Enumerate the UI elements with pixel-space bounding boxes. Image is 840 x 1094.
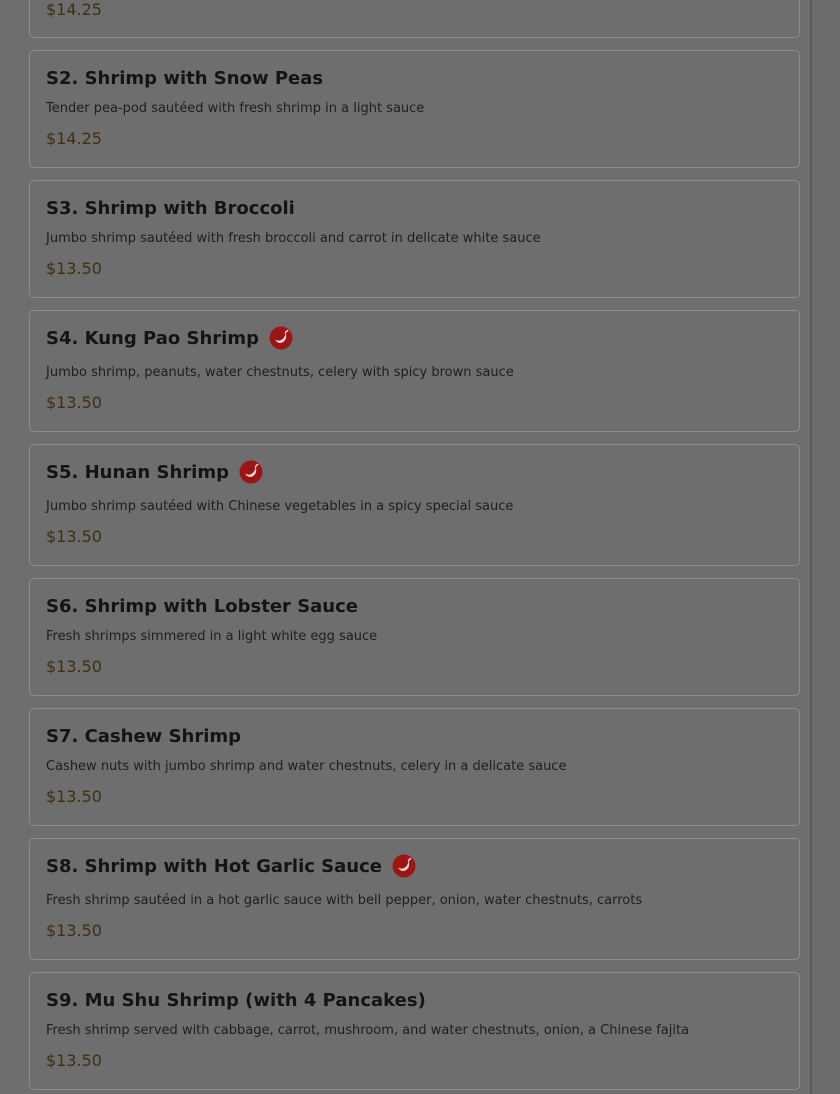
chili-pepper-icon (269, 326, 293, 350)
item-name: S8. Shrimp with Hot Garlic Sauce (46, 853, 416, 879)
item-price: $14.25 (46, 0, 102, 19)
menu-item-card[interactable]: S2. Shrimp with Snow Peas Tender pea-pod… (29, 50, 800, 168)
menu-item-card[interactable]: S4. Kung Pao Shrimp Jumbo shrimp, peanut… (29, 310, 800, 432)
item-price: $13.50 (46, 921, 102, 940)
item-description: Tender pea-pod sautéed with fresh shrimp… (46, 101, 425, 116)
item-name: S6. Shrimp with Lobster Sauce (46, 595, 359, 617)
chili-pepper-icon (239, 460, 263, 484)
item-price: $13.50 (46, 259, 102, 278)
menu-item-card[interactable]: $14.25 (29, 0, 800, 38)
menu-item-card[interactable]: S6. Shrimp with Lobster Sauce Fresh shri… (29, 578, 800, 696)
item-description: Fresh shrimps simmered in a light white … (46, 629, 378, 644)
item-price: $13.50 (46, 1051, 102, 1070)
menu-item-card[interactable]: S9. Mu Shu Shrimp (with 4 Pancakes) Fres… (29, 972, 800, 1090)
item-name: S4. Kung Pao Shrimp (46, 325, 293, 351)
item-description: Jumbo shrimp sautéed with fresh broccoli… (46, 231, 541, 246)
item-price: $14.25 (46, 129, 102, 148)
menu-page: $14.25 S2. Shrimp with Snow Peas Tender … (0, 0, 810, 1094)
item-name: S2. Shrimp with Snow Peas (46, 67, 324, 89)
item-description: Jumbo shrimp sautéed with Chinese vegeta… (46, 499, 514, 514)
item-price: $13.50 (46, 393, 102, 412)
item-name: S7. Cashew Shrimp (46, 725, 242, 747)
chili-pepper-icon (392, 854, 416, 878)
item-price: $13.50 (46, 657, 102, 676)
item-description: Cashew nuts with jumbo shrimp and water … (46, 759, 567, 774)
item-price: $13.50 (46, 787, 102, 806)
menu-item-card[interactable]: S8. Shrimp with Hot Garlic Sauce Fresh s… (29, 838, 800, 960)
menu-item-card[interactable]: S5. Hunan Shrimp Jumbo shrimp sautéed wi… (29, 444, 800, 566)
item-description: Fresh shrimp sautéed in a hot garlic sau… (46, 893, 643, 908)
item-name: S9. Mu Shu Shrimp (with 4 Pancakes) (46, 989, 426, 1011)
item-description: Fresh shrimp served with cabbage, carrot… (46, 1023, 690, 1038)
menu-item-card[interactable]: S7. Cashew Shrimp Cashew nuts with jumbo… (29, 708, 800, 826)
item-description: Jumbo shrimp, peanuts, water chestnuts, … (46, 365, 514, 380)
item-name: S3. Shrimp with Broccoli (46, 197, 295, 219)
menu-item-card[interactable]: S3. Shrimp with Broccoli Jumbo shrimp sa… (29, 180, 800, 298)
scrollbar[interactable] (810, 0, 840, 1094)
item-name: S5. Hunan Shrimp (46, 459, 263, 485)
item-price: $13.50 (46, 527, 102, 546)
